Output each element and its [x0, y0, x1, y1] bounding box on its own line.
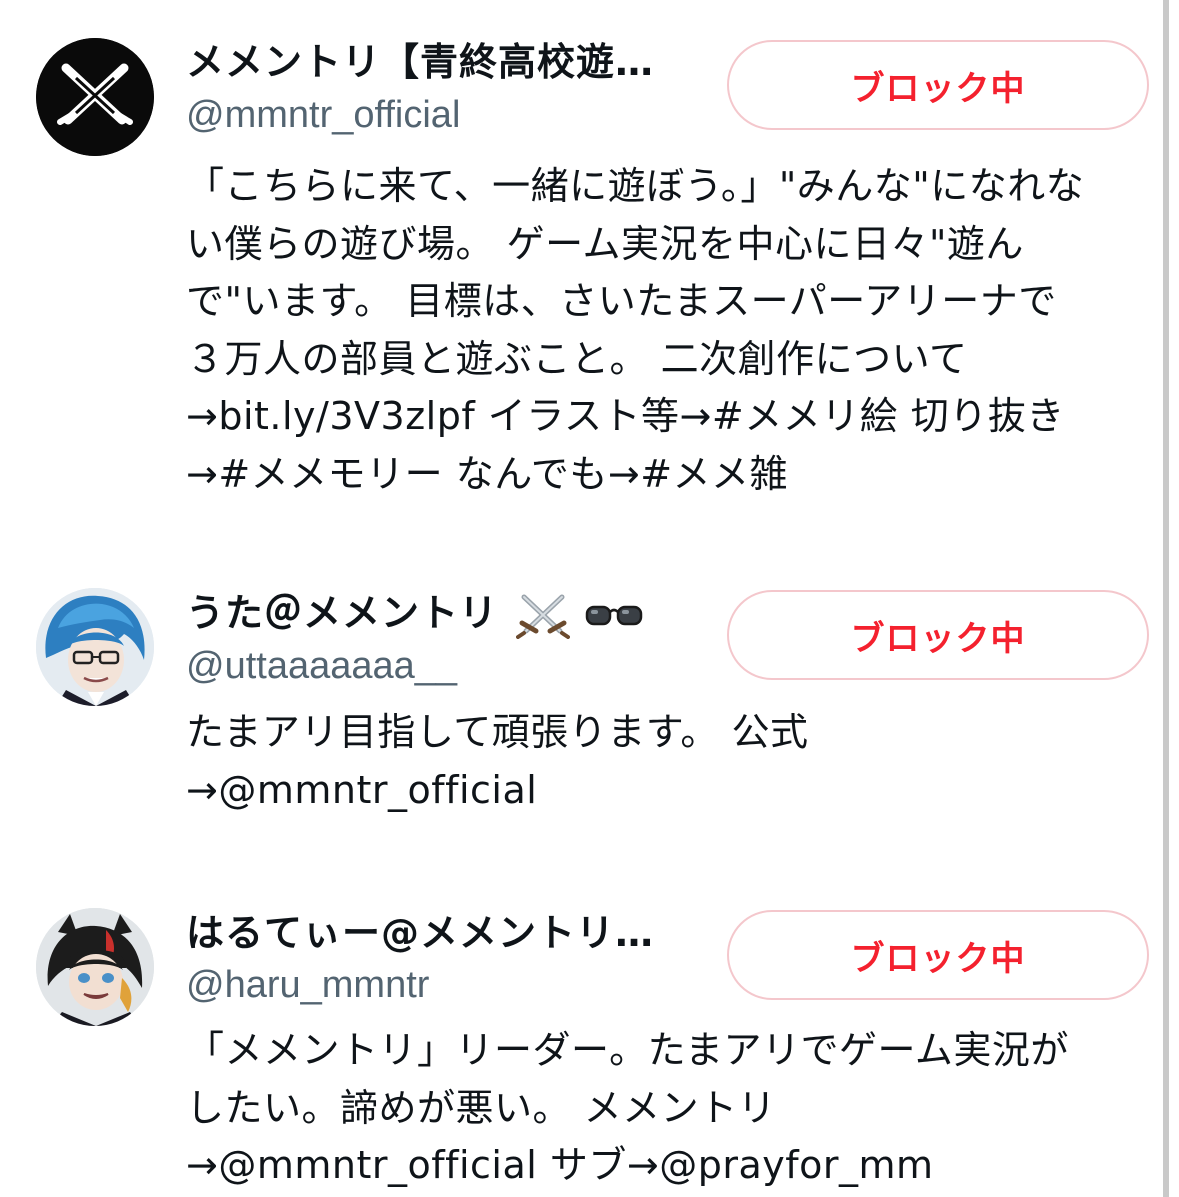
bio-line[interactable]: →bit.ly/3V3zlpf イラスト等→#メメリ絵 切り抜き — [186, 388, 1151, 446]
user-handle[interactable]: @haru_mmntr — [186, 960, 429, 1010]
crossed-swords-logo-icon — [36, 38, 154, 156]
dark-hair-anime-avatar-icon — [36, 908, 154, 1026]
bio-line[interactable]: →#メメモリー なんでも→#メメ雑 — [186, 446, 1151, 504]
user-handle[interactable]: @mmntr_official — [186, 90, 460, 140]
bio-line: ３万人の部員と遊ぶこと。 二次創作について — [186, 336, 968, 381]
user-bio: 「こちらに来て、一緒に遊ぼう。」"みんな"になれな い僕らの遊び場。 ゲーム実況… — [186, 158, 1151, 503]
bio-line: したい。諦めが悪い。 メメントリ — [186, 1085, 777, 1130]
user-handle[interactable]: @uttaaaaaaa__ — [186, 641, 457, 691]
user-bio: 「メメントリ」リーダー。たまアリでゲーム実況が したい。諦めが悪い。 メメントリ… — [186, 1022, 1151, 1195]
avatar[interactable] — [36, 38, 154, 156]
bio-line[interactable]: →@mmntr_official — [186, 762, 1151, 820]
blocking-button[interactable]: ブロック中 — [727, 40, 1149, 130]
bio-line: 「メメントリ」リーダー。たまアリでゲーム実況が — [186, 1028, 1069, 1072]
display-name[interactable]: はるてぃー@メメントリ… — [186, 908, 654, 958]
user-bio: たまアリ目指して頑張ります。 公式 →@mmntr_official — [186, 704, 1151, 819]
bio-line[interactable]: →@mmntr_official サブ→@prayfor_mm — [186, 1137, 1151, 1195]
blocking-button[interactable]: ブロック中 — [727, 590, 1149, 680]
bio-line: い僕らの遊び場。 ゲーム実況を中心に日々"遊ん — [186, 221, 1024, 266]
avatar[interactable] — [36, 588, 154, 706]
avatar[interactable] — [36, 908, 154, 1026]
blue-hair-anime-avatar-icon — [36, 588, 154, 706]
user-cell-3[interactable]: はるてぃー@メメントリ… @haru_mmntr ブロック中 「メメントリ」リー… — [0, 880, 1160, 1197]
bio-line: で"います。 目標は、さいたまスーパーアリーナで — [186, 279, 1057, 323]
bio-line: たまアリ目指して頑張ります。 公式 — [186, 710, 809, 754]
display-name-text: うた＠メメントリ — [186, 591, 499, 635]
bio-line: 「こちらに来て、一緒に遊ぼう。」"みんな"になれな — [186, 164, 1085, 208]
crossed-swords-emoji-icon — [516, 594, 571, 639]
display-name[interactable]: メメントリ【青終高校遊… — [186, 37, 654, 87]
display-name[interactable]: うた＠メメントリ — [186, 588, 644, 639]
user-cell-1[interactable]: メメントリ【青終高校遊… @mmntr_official ブロック中 「こちらに… — [0, 0, 1160, 540]
scrollbar[interactable] — [1163, 0, 1169, 1197]
blocking-button[interactable]: ブロック中 — [727, 910, 1149, 1000]
user-cell-2[interactable]: うた＠メメントリ @uttaaaaaaa__ ブロック中 たまアリ目指して頑張り… — [0, 560, 1160, 860]
glasses-emoji-icon — [586, 605, 643, 625]
